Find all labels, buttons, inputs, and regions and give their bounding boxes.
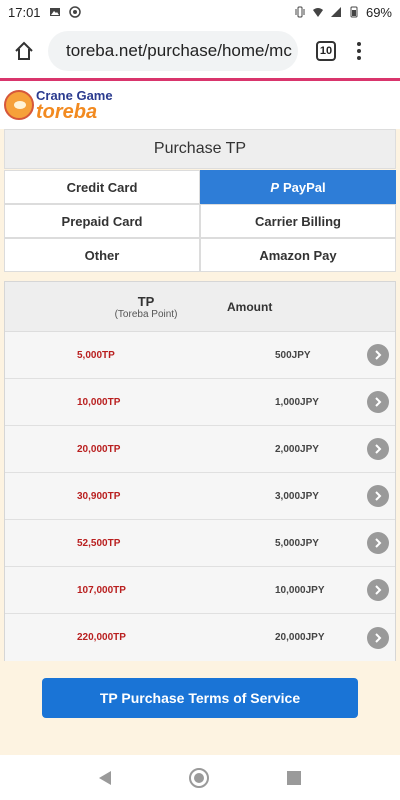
android-nav-bar <box>0 755 400 800</box>
chevron-right-icon[interactable] <box>367 626 389 649</box>
tp-value: 52,500TP <box>77 537 121 549</box>
column-header-amount: Amount <box>227 299 273 314</box>
tab-carrier-billing[interactable]: Carrier Billing <box>200 204 396 238</box>
payment-method-tabs: Credit Card P PayPal Prepaid Card Carrier… <box>4 170 396 272</box>
battery-icon <box>350 6 358 18</box>
home-button[interactable] <box>10 37 38 65</box>
amount-value: 5,000JPY <box>275 537 319 549</box>
toreba-mascot-logo[interactable] <box>4 90 34 120</box>
browser-toolbar: toreba.net/purchase/home/mc 10 <box>0 24 400 78</box>
recent-apps-icon[interactable] <box>287 770 301 785</box>
tab-label: Amazon Pay <box>259 247 337 263</box>
table-header: TP (Toreba Point) Amount <box>5 282 395 332</box>
tp-value: 30,900TP <box>77 490 121 502</box>
tab-label: Carrier Billing <box>255 213 341 229</box>
wifi-icon <box>312 8 323 17</box>
logo-line1: Crane Game <box>36 87 113 103</box>
terms-of-service-button[interactable]: TP Purchase Terms of Service <box>42 678 358 718</box>
image-notification-icon <box>49 8 60 16</box>
column-header-tp-subtitle: (Toreba Point) <box>114 308 178 320</box>
chevron-right-icon[interactable] <box>367 344 389 366</box>
battery-level: 69% <box>365 4 392 20</box>
logo-line2: toreba <box>36 100 98 123</box>
tab-amazon-pay[interactable]: Amazon Pay <box>200 238 396 272</box>
address-bar[interactable]: toreba.net/purchase/home/mc <box>48 31 298 71</box>
amount-value: 500JPY <box>275 349 311 361</box>
table-row[interactable]: 5,000TP 500JPY <box>5 332 395 379</box>
amount-value: 3,000JPY <box>275 490 319 502</box>
page-title: Purchase TP <box>4 129 396 169</box>
tp-value: 107,000TP <box>77 584 126 596</box>
status-time: 17:01 <box>8 4 41 20</box>
url-text: toreba.net/purchase/home/mc <box>66 41 292 60</box>
column-header-tp-title: TP <box>137 293 155 309</box>
chevron-right-icon[interactable] <box>367 391 389 413</box>
tp-value: 5,000TP <box>77 349 115 361</box>
status-bar: 17:01 69% <box>0 0 400 24</box>
more-menu-icon[interactable] <box>354 42 364 60</box>
tab-label: PayPal <box>283 179 326 195</box>
amount-value: 10,000JPY <box>275 584 325 596</box>
table-row[interactable]: 220,000TP 20,000JPY <box>5 614 395 661</box>
tp-price-table: TP (Toreba Point) Amount 5,000TP 500JPY … <box>4 281 396 661</box>
toreba-logo[interactable]: Crane Game toreba <box>36 89 113 122</box>
chevron-right-icon[interactable] <box>367 532 389 554</box>
home-circle-icon[interactable] <box>189 767 209 788</box>
tp-value: 220,000TP <box>77 632 126 643</box>
tp-value: 20,000TP <box>77 443 121 455</box>
table-row[interactable]: 20,000TP 2,000JPY <box>5 426 395 473</box>
vibrate-icon <box>295 6 305 18</box>
tab-paypal[interactable]: P PayPal <box>200 170 396 204</box>
tp-value: 10,000TP <box>77 396 121 408</box>
tab-credit-card[interactable]: Credit Card <box>4 170 200 204</box>
chevron-right-icon[interactable] <box>367 438 389 460</box>
table-row[interactable]: 10,000TP 1,000JPY <box>5 379 395 426</box>
amount-value: 1,000JPY <box>275 396 319 408</box>
paypal-icon: P <box>270 179 279 195</box>
tab-label: Other <box>84 247 120 263</box>
site-header: Crane Game toreba <box>0 81 400 129</box>
tab-prepaid-card[interactable]: Prepaid Card <box>4 204 200 238</box>
tab-other[interactable]: Other <box>4 238 200 272</box>
signal-icon <box>330 7 341 17</box>
back-icon[interactable] <box>99 770 111 785</box>
tab-label: Credit Card <box>66 179 138 195</box>
chevron-right-icon[interactable] <box>367 485 389 507</box>
home-icon <box>15 41 33 60</box>
tab-switcher-button[interactable]: 10 <box>316 41 336 61</box>
amount-value: 2,000JPY <box>275 443 319 455</box>
table-row[interactable]: 52,500TP 5,000JPY <box>5 520 395 567</box>
purchase-page: Purchase TP Credit Card P PayPal Prepaid … <box>0 129 400 755</box>
amount-value: 20,000JPY <box>275 632 325 643</box>
table-row[interactable]: 107,000TP 10,000JPY <box>5 567 395 614</box>
tab-label: Prepaid Card <box>61 213 143 229</box>
chevron-right-icon[interactable] <box>367 579 389 601</box>
table-row[interactable]: 30,900TP 3,000JPY <box>5 473 395 520</box>
chrome-notification-icon <box>68 6 81 18</box>
